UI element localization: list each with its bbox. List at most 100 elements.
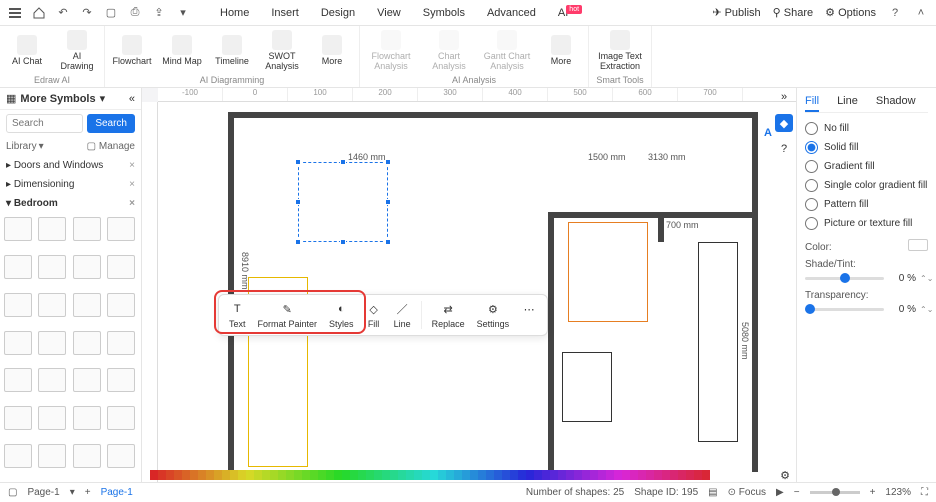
color-swatch[interactable]	[494, 470, 502, 480]
symbol-thumb[interactable]	[38, 406, 66, 430]
undo-icon[interactable]: ↶	[56, 6, 70, 20]
color-swatch[interactable]	[502, 470, 510, 480]
symbol-thumb[interactable]	[73, 255, 101, 279]
rib-flowchart-analysis[interactable]: Flowchart Analysis	[366, 28, 416, 74]
canvas[interactable]: 1460 mm 1500 mm 3130 mm 700 mm 8910 mm 5…	[158, 102, 796, 482]
help-icon[interactable]: ?	[888, 6, 902, 20]
symbol-thumb[interactable]	[107, 444, 135, 468]
tab-symbols[interactable]: Symbols	[423, 7, 465, 19]
rib-gantt-analysis[interactable]: Gantt Chart Analysis	[482, 28, 532, 74]
color-swatch[interactable]	[174, 470, 182, 480]
tab-line[interactable]: Line	[837, 92, 858, 112]
color-palette[interactable]	[150, 470, 776, 482]
search-input[interactable]	[6, 114, 83, 133]
collapse-panel-icon[interactable]: «	[129, 93, 135, 105]
color-swatch[interactable]	[286, 470, 294, 480]
zoom-in-icon[interactable]: +	[870, 487, 876, 498]
color-swatch[interactable]	[582, 470, 590, 480]
focus-button[interactable]: ⊙ Focus	[728, 487, 766, 498]
symbol-thumb[interactable]	[73, 293, 101, 317]
color-swatch[interactable]	[614, 470, 622, 480]
tab-shadow[interactable]: Shadow	[876, 92, 916, 112]
presentation-icon[interactable]: ▶	[776, 487, 784, 498]
color-swatch[interactable]	[678, 470, 686, 480]
category-doors[interactable]: ▸ Doors and Windows×	[0, 156, 141, 175]
opt-single-gradient[interactable]: Single color gradient fill	[805, 176, 928, 195]
ctx-fill[interactable]: ◇Fill	[360, 299, 388, 331]
color-swatch[interactable]	[622, 470, 630, 480]
help-icon[interactable]: ?	[775, 140, 793, 158]
tab-advanced[interactable]: Advanced	[487, 7, 536, 19]
symbol-thumb[interactable]	[73, 444, 101, 468]
color-swatch[interactable]	[662, 470, 670, 480]
color-swatch[interactable]	[702, 470, 710, 480]
symbol-thumb[interactable]	[4, 368, 32, 392]
color-swatch[interactable]	[438, 470, 446, 480]
symbol-thumb[interactable]	[38, 331, 66, 355]
color-swatch[interactable]	[598, 470, 606, 480]
page-tab-active[interactable]: Page-1	[101, 487, 133, 498]
color-swatch[interactable]	[222, 470, 230, 480]
color-swatch[interactable]	[214, 470, 222, 480]
opt-gradient[interactable]: Gradient fill	[805, 157, 928, 176]
ctx-more[interactable]: ⋯	[515, 299, 543, 331]
color-swatch[interactable]	[310, 470, 318, 480]
color-swatch[interactable]	[558, 470, 566, 480]
ctx-styles[interactable]: ◐Styles	[323, 299, 360, 331]
color-swatch[interactable]	[334, 470, 342, 480]
symbol-thumb[interactable]	[4, 331, 32, 355]
tab-insert[interactable]: Insert	[271, 7, 299, 19]
color-swatch[interactable]	[534, 470, 542, 480]
chevron-down-icon[interactable]: ▾	[100, 92, 106, 105]
symbol-thumb[interactable]	[107, 331, 135, 355]
symbol-thumb[interactable]	[73, 368, 101, 392]
symbol-thumb[interactable]	[4, 293, 32, 317]
color-swatch[interactable]	[206, 470, 214, 480]
color-swatch[interactable]	[646, 470, 654, 480]
symbol-thumb[interactable]	[107, 293, 135, 317]
rib-swot[interactable]: SWOT Analysis	[261, 28, 303, 74]
zoom-out-icon[interactable]: −	[794, 487, 800, 498]
color-swatch[interactable]	[478, 470, 486, 480]
color-swatch[interactable]	[542, 470, 550, 480]
rib-ai-chat[interactable]: AI Chat	[6, 28, 48, 74]
close-icon[interactable]: ×	[129, 179, 135, 190]
color-swatch[interactable]	[694, 470, 702, 480]
color-swatch[interactable]	[238, 470, 246, 480]
publish-button[interactable]: ✈ Publish	[712, 6, 760, 19]
opt-picture[interactable]: Picture or texture fill	[805, 214, 928, 233]
wardrobe-shape[interactable]	[698, 242, 738, 442]
color-swatch[interactable]	[454, 470, 462, 480]
color-swatch[interactable]	[526, 470, 534, 480]
color-swatch[interactable]	[398, 470, 406, 480]
category-dimensioning[interactable]: ▸ Dimensioning×	[0, 175, 141, 194]
color-swatch[interactable]	[262, 470, 270, 480]
style-icon[interactable]: ◆	[775, 114, 793, 132]
color-swatch[interactable]	[518, 470, 526, 480]
canvas-area[interactable]: -1000100200300400500600700 1460 mm 1500 …	[142, 88, 796, 482]
color-swatch[interactable]	[550, 470, 558, 480]
tab-view[interactable]: View	[377, 7, 401, 19]
zoom-slider[interactable]	[810, 491, 860, 494]
manage-button[interactable]: ▢ Manage	[87, 141, 135, 152]
opt-solid[interactable]: Solid fill	[805, 138, 928, 157]
color-swatch[interactable]	[318, 470, 326, 480]
shade-slider[interactable]	[805, 277, 884, 280]
tab-design[interactable]: Design	[321, 7, 355, 19]
rib-timeline[interactable]: Timeline	[211, 28, 253, 74]
ctx-text[interactable]: TText	[223, 299, 252, 331]
color-swatch[interactable]	[390, 470, 398, 480]
symbol-thumb[interactable]	[38, 368, 66, 392]
home-icon[interactable]	[32, 6, 46, 20]
color-swatch[interactable]	[366, 470, 374, 480]
color-swatch[interactable]	[606, 470, 614, 480]
symbol-thumb[interactable]	[107, 406, 135, 430]
zoom-value[interactable]: 123%	[885, 487, 911, 498]
color-swatch[interactable]	[230, 470, 238, 480]
layers-icon[interactable]: ▤	[708, 487, 717, 498]
color-swatch[interactable]	[566, 470, 574, 480]
rib-image-text[interactable]: Image Text Extraction	[595, 28, 645, 74]
ctx-settings[interactable]: ⚙Settings	[471, 299, 516, 331]
tab-home[interactable]: Home	[220, 7, 249, 19]
menu-icon[interactable]	[8, 6, 22, 20]
